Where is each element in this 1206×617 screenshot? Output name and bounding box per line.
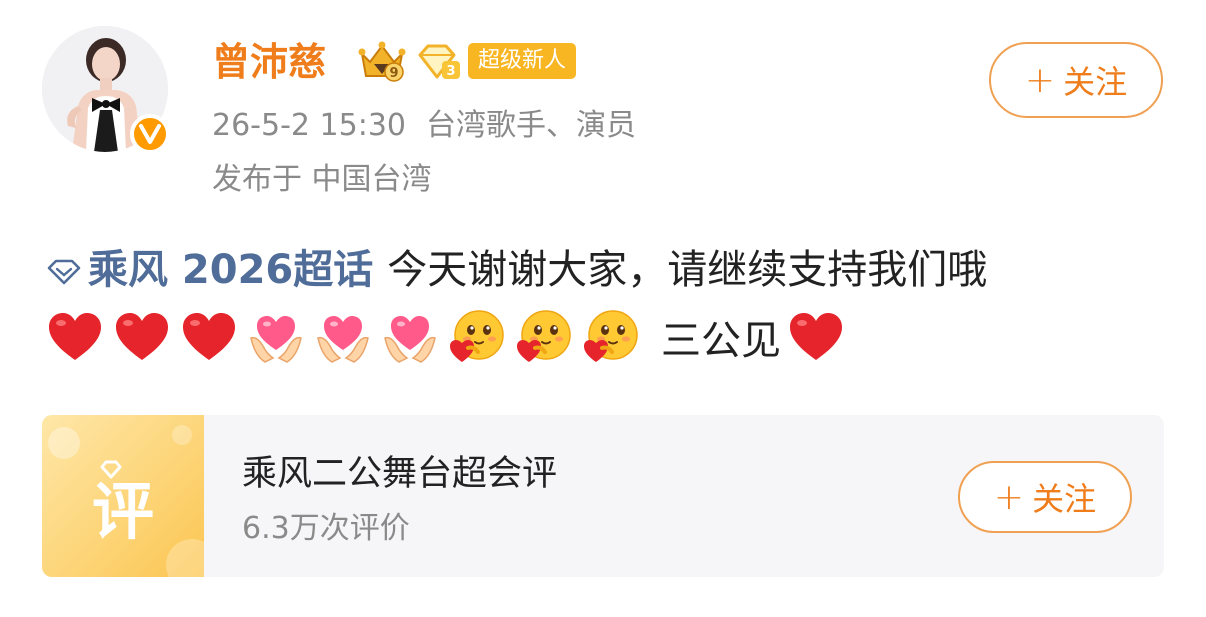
author-name[interactable]: 曾沛慈 [212, 38, 326, 86]
diamond-level-label: 3 [446, 64, 455, 79]
hug-face-icon [450, 310, 504, 362]
hug-face-icon [584, 310, 638, 362]
plus-icon: + [1024, 59, 1056, 101]
review-card-count: 6.3万次评价 [242, 511, 410, 546]
topic-label: 乘风 2026超话 [88, 247, 374, 293]
emoji-line: 三公见 [46, 306, 854, 368]
post-timestamp: 26-5-2 15:30 [212, 108, 406, 143]
review-icon: 评 [48, 425, 204, 577]
review-card-thumbnail: 评 [42, 415, 204, 577]
topic-link[interactable]: 乘风 2026超话 [46, 247, 387, 293]
card-follow-button[interactable]: + 关注 [958, 461, 1132, 533]
diamond-badge-icon[interactable]: 3 [416, 43, 462, 81]
super-newcomer-badge[interactable]: 超级新人 [468, 43, 577, 79]
follow-button[interactable]: + 关注 [989, 42, 1163, 118]
red-heart-icon [49, 313, 101, 360]
post-meta: 26-5-2 15:30 台湾歌手、演员 [212, 106, 636, 146]
hands-heart-icon [384, 316, 436, 363]
supertopic-diamond-icon [47, 259, 81, 285]
follow-label: 关注 [1063, 63, 1128, 101]
red-heart-icon [183, 313, 235, 360]
hands-heart-icon [250, 316, 302, 363]
hug-face-icon [517, 310, 571, 362]
verified-badge [130, 114, 170, 154]
review-thumb-char: 评 [92, 475, 154, 548]
post-body-text: 今天谢谢大家，请继续支持我们哦 [387, 247, 988, 293]
crown-level-label: 9 [389, 66, 398, 81]
red-heart-icon [790, 313, 842, 360]
v-verified-icon [139, 124, 161, 144]
post-location: 发布于 中国台湾 [212, 162, 432, 197]
crown-badge-icon[interactable]: 9 [356, 38, 408, 84]
hands-heart-icon [317, 316, 369, 363]
post-text: 乘风 2026超话 今天谢谢大家，请继续支持我们哦 [46, 244, 987, 296]
red-heart-icon [116, 313, 168, 360]
follow-label: 关注 [1032, 480, 1097, 518]
author-description: 台湾歌手、演员 [426, 108, 636, 143]
post-tail-text: 三公见 [661, 318, 781, 364]
review-card-title: 乘风二公舞台超会评 [242, 454, 558, 494]
plus-icon: + [993, 476, 1025, 518]
